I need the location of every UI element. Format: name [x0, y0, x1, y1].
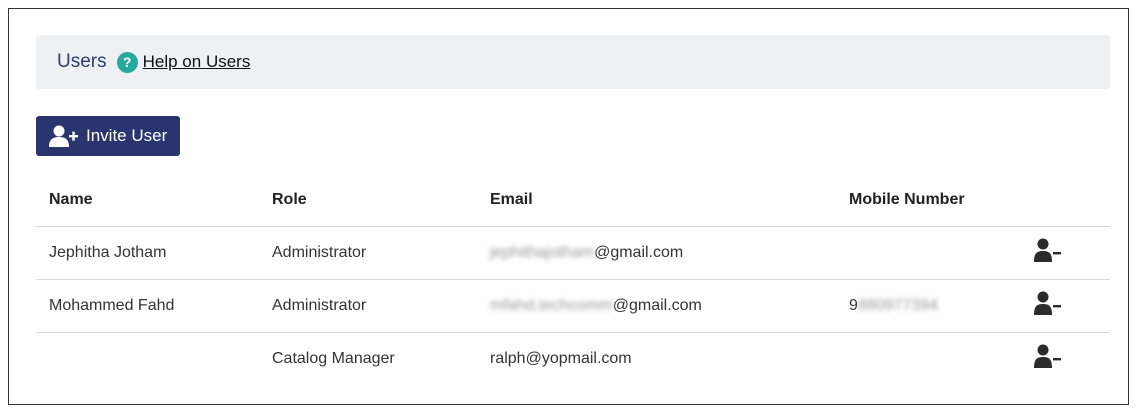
email-domain: @gmail.com [612, 296, 702, 314]
invite-user-label: Invite User [86, 126, 168, 145]
cell-mobile [836, 332, 1021, 385]
email-redacted: mfahd.techcomm [490, 296, 613, 314]
cell-actions [1021, 332, 1110, 385]
column-header-mobile: Mobile Number [836, 175, 1021, 227]
email-domain: @gmail.com [594, 243, 684, 261]
invite-user-button[interactable]: Invite User [36, 116, 180, 156]
cell-email: mfahd.techcomm@gmail.com [477, 279, 836, 333]
table-header-row: Name Role Email Mobile Number [36, 175, 1110, 227]
table-row: Mohammed Fahd Administrator mfahd.techco… [36, 279, 1110, 333]
help-icon[interactable]: ? [116, 51, 138, 73]
users-panel: Users ? Help on Users Invite User Name R… [8, 8, 1129, 405]
cell-actions [1021, 279, 1110, 333]
email-domain: ralph@yopmail.com [490, 349, 632, 367]
table-row: Jephitha Jotham Administrator jephithajo… [36, 226, 1110, 280]
mobile-prefix: 9 [849, 296, 858, 314]
table-row: Catalog Manager ralph@yopmail.com [36, 332, 1110, 385]
cell-name: Mohammed Fahd [36, 279, 259, 333]
users-table: Name Role Email Mobile Number Jephitha J… [36, 175, 1110, 385]
cell-role: Administrator [259, 226, 477, 280]
cell-email: ralph@yopmail.com [477, 332, 836, 385]
column-header-actions [1021, 175, 1110, 227]
cell-name: Jephitha Jotham [36, 226, 259, 280]
user-minus-icon[interactable] [1034, 238, 1062, 267]
user-plus-icon [49, 125, 78, 147]
user-minus-icon[interactable] [1034, 291, 1062, 320]
email-redacted: jephithajotham [490, 243, 595, 261]
column-header-email: Email [477, 175, 836, 227]
cell-mobile: 9880977394 [836, 279, 1021, 333]
page-title: Users [57, 51, 107, 72]
cell-actions [1021, 226, 1110, 280]
column-header-role: Role [259, 175, 477, 227]
mobile-redacted: 880977394 [857, 296, 938, 314]
page-header: Users ? Help on Users [36, 35, 1110, 89]
cell-role: Catalog Manager [272, 349, 395, 367]
cell-name [36, 332, 259, 385]
cell-email: jephithajotham@gmail.com [477, 226, 836, 280]
cell-role: Administrator [259, 279, 477, 333]
column-header-name: Name [36, 175, 259, 227]
help-link[interactable]: Help on Users [143, 52, 251, 72]
user-minus-icon[interactable] [1034, 344, 1062, 373]
cell-mobile [836, 226, 1021, 280]
